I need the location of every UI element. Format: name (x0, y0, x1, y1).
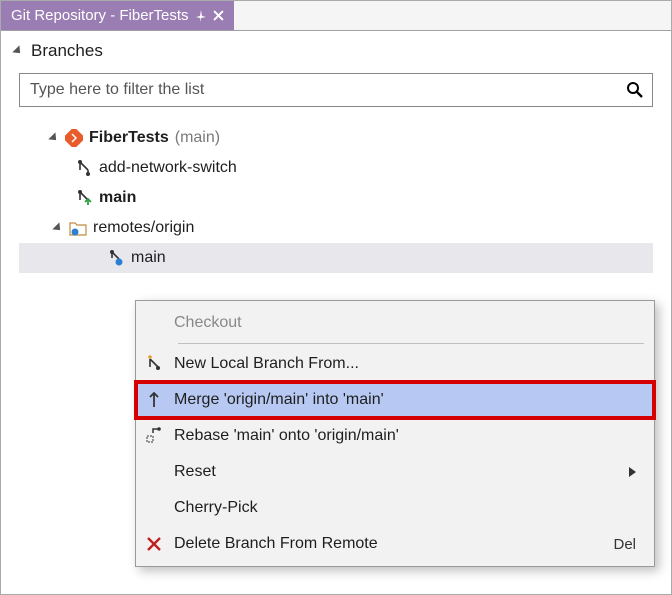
remote-branch-item[interactable]: main (19, 243, 653, 273)
expander-icon (48, 132, 59, 143)
repo-name: FiberTests (89, 129, 169, 147)
new-branch-icon (144, 354, 164, 374)
merge-icon (144, 390, 164, 410)
context-menu: Checkout New Local Branch From... Merge … (135, 300, 655, 567)
delete-icon (144, 534, 164, 554)
search-icon[interactable] (626, 81, 644, 99)
remotes-folder-icon (69, 219, 87, 237)
menu-label: Reset (174, 463, 619, 481)
menu-rebase[interactable]: Rebase 'main' onto 'origin/main' (136, 418, 654, 454)
branch-icon (75, 159, 93, 177)
repo-node[interactable]: FiberTests (main) (19, 123, 653, 153)
branch-current-icon (75, 189, 93, 207)
local-branch-item[interactable]: add-network-switch (19, 153, 653, 183)
remote-branch-icon (107, 249, 125, 267)
git-repo-icon (65, 129, 83, 147)
filter-row (19, 73, 653, 107)
menu-label: Rebase 'main' onto 'origin/main' (174, 427, 636, 445)
branch-label: main (131, 249, 166, 267)
menu-checkout: Checkout (136, 305, 654, 341)
menu-separator (178, 343, 644, 344)
tab-bar: Git Repository - FiberTests (1, 1, 671, 31)
repo-branch-suffix: (main) (175, 129, 220, 147)
menu-reset[interactable]: Reset (136, 454, 654, 490)
active-tab[interactable]: Git Repository - FiberTests (1, 1, 234, 30)
local-branch-current[interactable]: main (19, 183, 653, 213)
expander-icon (52, 222, 63, 233)
remotes-folder[interactable]: remotes/origin (19, 213, 653, 243)
branch-label: main (99, 189, 136, 207)
menu-label: Checkout (174, 314, 636, 332)
menu-delete-remote[interactable]: Delete Branch From Remote Del (136, 526, 654, 562)
branches-section-header[interactable]: Branches (1, 31, 671, 65)
menu-label: Delete Branch From Remote (174, 535, 603, 553)
branch-tree: FiberTests (main) add-network-switch mai… (19, 123, 653, 273)
rebase-icon (144, 426, 164, 446)
menu-shortcut: Del (613, 536, 636, 553)
expander-icon (12, 45, 23, 56)
menu-label: Merge 'origin/main' into 'main' (174, 391, 636, 409)
tab-title: Git Repository - FiberTests (11, 7, 189, 24)
menu-label: Cherry-Pick (174, 499, 636, 517)
pin-icon[interactable] (195, 10, 207, 22)
remotes-label: remotes/origin (93, 219, 194, 237)
filter-input[interactable] (28, 80, 626, 100)
menu-new-local-branch[interactable]: New Local Branch From... (136, 346, 654, 382)
menu-merge[interactable]: Merge 'origin/main' into 'main' (136, 382, 654, 418)
menu-cherry-pick[interactable]: Cherry-Pick (136, 490, 654, 526)
menu-label: New Local Branch From... (174, 355, 636, 373)
submenu-arrow-icon (629, 467, 636, 477)
section-title: Branches (31, 41, 103, 61)
branch-label: add-network-switch (99, 159, 237, 177)
close-icon[interactable] (213, 10, 224, 21)
